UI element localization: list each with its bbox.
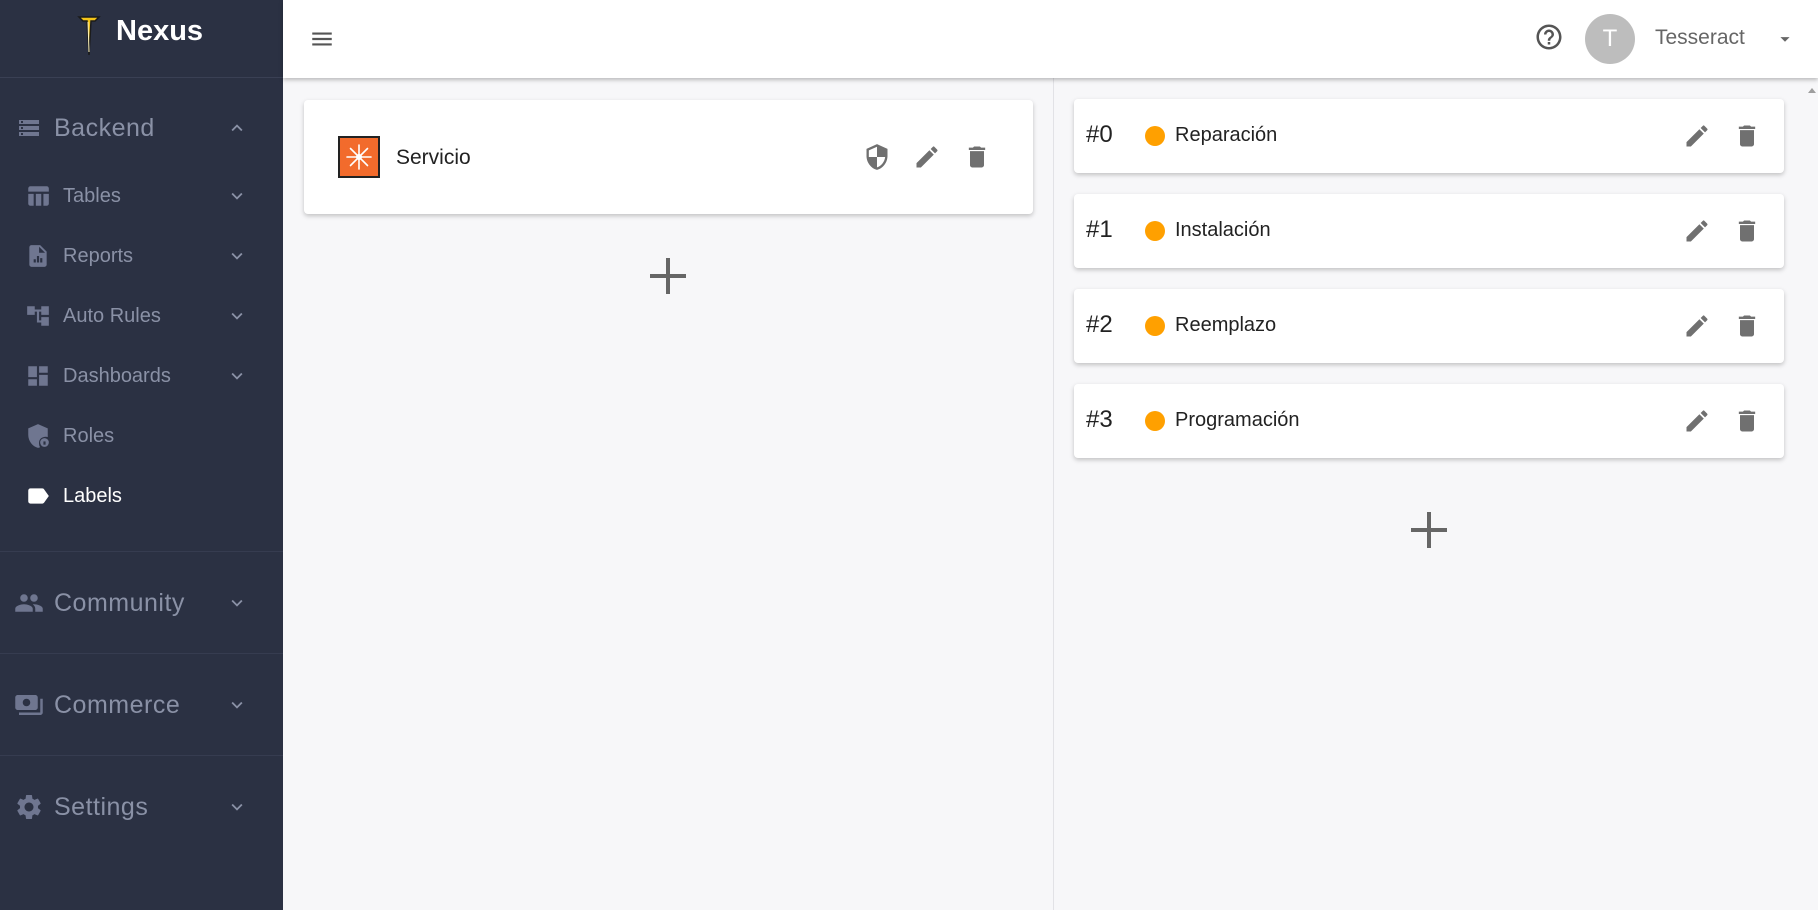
caret-down-icon[interactable]: [1774, 28, 1796, 50]
label-name: Programación: [1175, 409, 1300, 431]
label-number: #3: [1086, 406, 1113, 433]
sidebar-divider: [0, 551, 283, 552]
sidebar-item-tables[interactable]: Tables: [0, 169, 283, 223]
label-number: #1: [1086, 216, 1113, 243]
sidebar-item-labels[interactable]: Labels: [0, 469, 283, 523]
user-name[interactable]: Tesseract: [1655, 26, 1745, 50]
table-icon: [25, 183, 51, 209]
sidebar-section-commerce[interactable]: Commerce: [0, 680, 283, 730]
sidebar-section-backend[interactable]: Backend: [0, 103, 283, 153]
report-icon: [25, 243, 51, 269]
label-number: #0: [1086, 121, 1113, 148]
label-card[interactable]: #1 Instalación: [1074, 194, 1784, 268]
label-color-dot: [1145, 126, 1165, 146]
sidebar-section-backend-label: Backend: [54, 113, 155, 142]
sidebar-section-community[interactable]: Community: [0, 578, 283, 628]
label-name: Reemplazo: [1175, 314, 1277, 336]
people-icon: [14, 588, 44, 618]
column-divider: [1053, 78, 1054, 910]
dashboard-icon: [25, 363, 51, 389]
gear-icon: [14, 792, 44, 822]
add-label-button[interactable]: [1407, 508, 1451, 552]
category-color-swatch[interactable]: [338, 136, 380, 178]
sidebar-item-label: Auto Rules: [63, 304, 161, 327]
chevron-down-icon[interactable]: [226, 185, 248, 207]
delete-icon[interactable]: [1732, 311, 1762, 341]
edit-icon[interactable]: [912, 142, 942, 172]
label-number: #2: [1086, 311, 1113, 338]
nexus-logo-icon: [77, 16, 101, 56]
scroll-up-arrow-icon[interactable]: [1806, 84, 1818, 96]
sidebar-divider: [0, 755, 283, 756]
flow-icon: [25, 303, 51, 329]
label-color-dot: [1145, 411, 1165, 431]
chevron-down-icon[interactable]: [226, 365, 248, 387]
sidebar-section-settings-label: Settings: [54, 792, 149, 821]
add-category-button[interactable]: [646, 254, 690, 298]
plus-icon: [650, 258, 686, 294]
chevron-down-icon[interactable]: [226, 592, 248, 614]
edit-icon[interactable]: [1682, 311, 1712, 341]
label-name: Instalación: [1175, 219, 1271, 241]
chevron-down-icon[interactable]: [226, 245, 248, 267]
chevron-up-icon[interactable]: [226, 117, 248, 139]
shield-icon[interactable]: [862, 142, 892, 172]
sidebar-item-dashboards[interactable]: Dashboards: [0, 349, 283, 403]
plus-icon: [1411, 512, 1447, 548]
category-name: Servicio: [396, 146, 471, 169]
sidebar-item-roles[interactable]: Roles: [0, 409, 283, 463]
brand-name: Nexus: [116, 15, 204, 47]
sidebar-item-auto-rules[interactable]: Auto Rules: [0, 289, 283, 343]
label-card[interactable]: #0 Reparación: [1074, 99, 1784, 173]
sidebar-section-community-label: Community: [54, 588, 185, 617]
delete-icon[interactable]: [1732, 216, 1762, 246]
menu-icon[interactable]: [307, 24, 337, 54]
top-bar: T Tesseract: [283, 0, 1818, 78]
sidebar-item-label: Tables: [63, 184, 121, 207]
sidebar-item-label: Dashboards: [63, 364, 171, 387]
label-icon: [25, 483, 51, 509]
storage-icon: [14, 113, 44, 143]
sidebar-item-label: Reports: [63, 244, 134, 267]
sidebar-section-settings[interactable]: Settings: [0, 782, 283, 832]
sidebar-divider: [0, 653, 283, 654]
sidebar: Nexus Backend Tables Reports Auto Rules …: [0, 0, 283, 910]
label-card[interactable]: #2 Reemplazo: [1074, 289, 1784, 363]
label-color-dot: [1145, 316, 1165, 336]
label-card[interactable]: #3 Programación: [1074, 384, 1784, 458]
sidebar-item-label: Labels: [63, 484, 122, 507]
edit-icon[interactable]: [1682, 216, 1712, 246]
avatar[interactable]: T: [1585, 14, 1635, 64]
label-color-dot: [1145, 221, 1165, 241]
delete-icon[interactable]: [1732, 121, 1762, 151]
sidebar-item-label: Roles: [63, 424, 115, 447]
brand[interactable]: Nexus: [0, 0, 283, 78]
category-card[interactable]: Servicio: [304, 100, 1033, 214]
chevron-down-icon[interactable]: [226, 305, 248, 327]
sidebar-section-commerce-label: Commerce: [54, 690, 181, 719]
chevron-down-icon[interactable]: [226, 796, 248, 818]
chevron-down-icon[interactable]: [226, 694, 248, 716]
sidebar-item-reports[interactable]: Reports: [0, 229, 283, 283]
payments-icon: [14, 690, 44, 720]
help-icon[interactable]: [1534, 22, 1564, 54]
delete-icon[interactable]: [962, 142, 992, 172]
edit-icon[interactable]: [1682, 121, 1712, 151]
label-name: Reparación: [1175, 124, 1278, 146]
sparkle-icon: [346, 144, 372, 170]
delete-icon[interactable]: [1732, 406, 1762, 436]
shield-lock-icon: [25, 423, 51, 449]
edit-icon[interactable]: [1682, 406, 1712, 436]
